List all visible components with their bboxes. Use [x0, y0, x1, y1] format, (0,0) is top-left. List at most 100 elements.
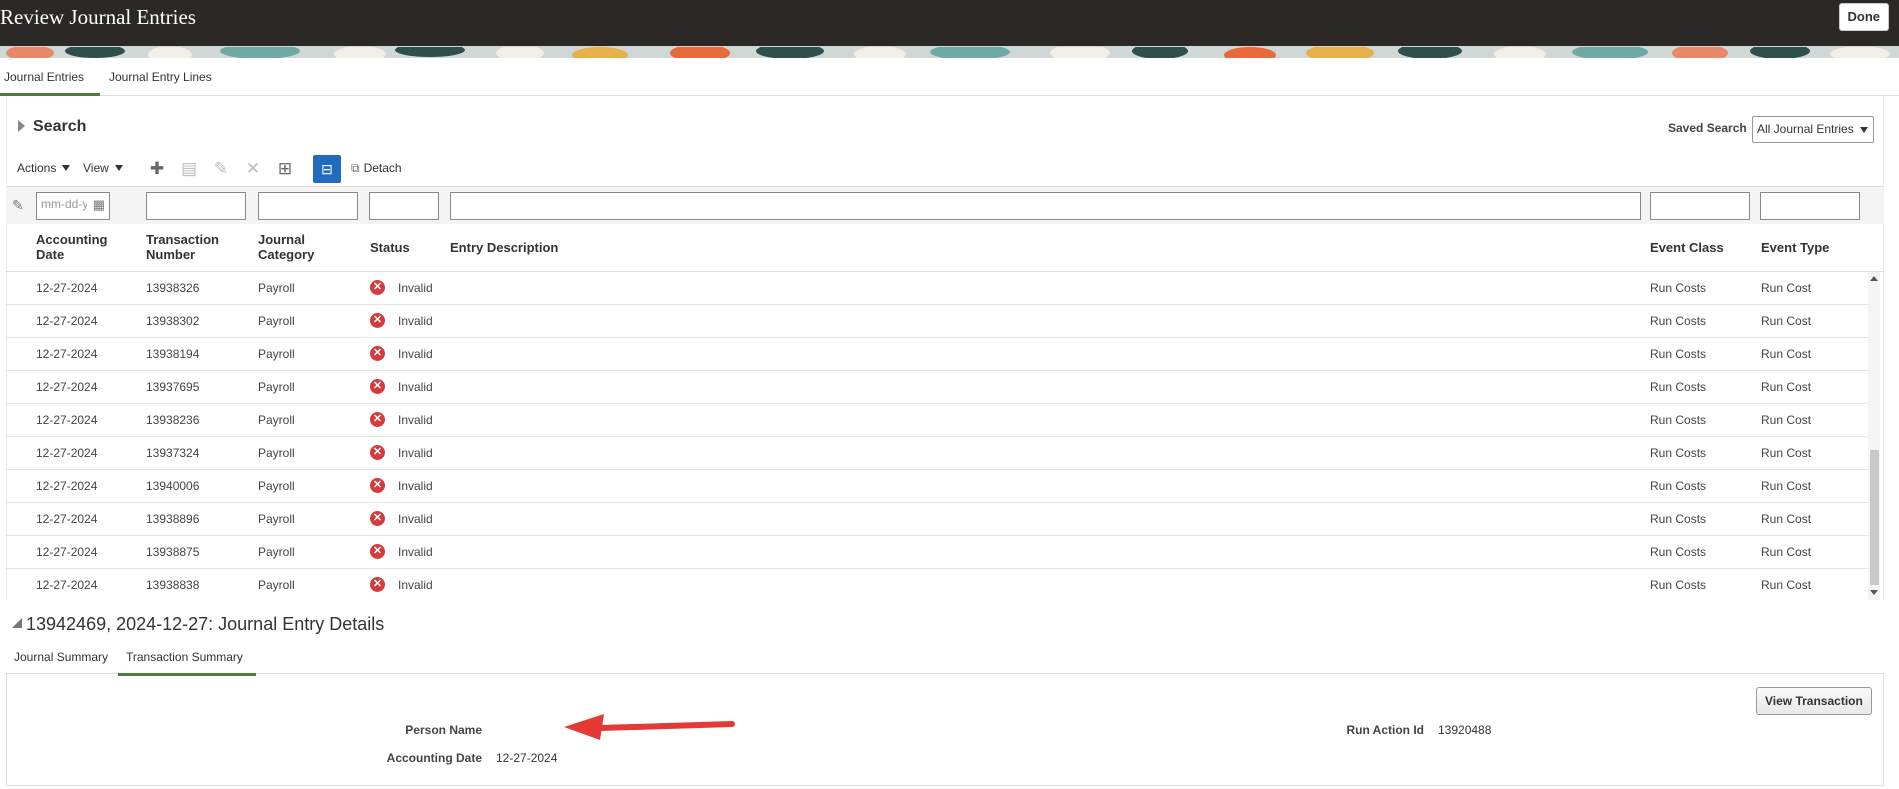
view-transaction-button[interactable]: View Transaction: [1756, 687, 1872, 715]
export-icon[interactable]: ⊞: [275, 159, 295, 179]
event-type-cell: Run Cost: [1761, 578, 1812, 592]
scroll-up-icon[interactable]: [1870, 276, 1878, 281]
status-cell: Invalid: [398, 512, 433, 526]
red-arrow-icon: [564, 714, 735, 740]
details-section-header[interactable]: 13942469, 2024-12-27: Journal Entry Deta…: [12, 614, 384, 635]
table-row[interactable]: ✕ 12-27-2024 13938838 Payroll Invalid Run Cos…: [6, 569, 1868, 600]
done-button[interactable]: Done: [1838, 3, 1889, 31]
table-row[interactable]: ✕ 12-27-2024 13938875 Payroll Invalid Run Cos…: [6, 536, 1868, 569]
status-filter[interactable]: [369, 192, 439, 220]
accounting-date-cell: 12-27-2024: [36, 347, 98, 361]
journal-category-filter[interactable]: [258, 192, 358, 220]
filter-row: ✎ mm-dd-yyyy ▦: [6, 186, 1884, 224]
table-row[interactable]: ✕ 12-27-2024 13937695 Payroll Invalid Run Cos…: [6, 371, 1868, 404]
tab-journal-summary[interactable]: Journal Summary: [14, 646, 114, 676]
col-accounting-date[interactable]: Accounting Date: [36, 232, 126, 262]
event-class-cell: Run Costs: [1650, 380, 1707, 394]
status-cell: Invalid: [398, 479, 433, 493]
accounting-date-cell: 12-27-2024: [36, 380, 98, 394]
table-row[interactable]: ✕ 12-27-2024 13938326 Payroll Invalid Run Cos…: [6, 272, 1868, 305]
transaction-number-cell: 13938896: [146, 512, 200, 526]
transaction-number-cell: 13938326: [146, 281, 200, 295]
accounting-date-label: Accounting Date: [386, 751, 482, 765]
col-status[interactable]: Status: [370, 240, 410, 255]
accounting-date-cell: 12-27-2024: [36, 512, 98, 526]
col-event-type[interactable]: Event Type: [1761, 240, 1829, 255]
tab-transaction-summary[interactable]: Transaction Summary: [118, 646, 256, 676]
event-class-cell: Run Costs: [1650, 512, 1707, 526]
event-type-cell: Run Cost: [1761, 446, 1812, 460]
transaction-number-cell: 13937324: [146, 446, 200, 460]
table-scrollbar[interactable]: [1868, 272, 1880, 600]
view-label: View: [83, 161, 109, 175]
person-name-label: Person Name: [405, 723, 482, 737]
details-title: 13942469, 2024-12-27: Journal Entry Deta…: [26, 614, 385, 634]
accounting-date-cell: 12-27-2024: [36, 545, 98, 559]
entry-description-filter[interactable]: [450, 192, 1641, 220]
event-type-filter[interactable]: [1760, 192, 1860, 220]
search-title: Search: [33, 118, 87, 135]
col-journal-category[interactable]: Journal Category: [258, 232, 348, 262]
table-row[interactable]: ✕ 12-27-2024 13938236 Payroll Invalid Run Cos…: [6, 404, 1868, 437]
table-row[interactable]: ✕ 12-27-2024 13937324 Payroll Invalid Run Cos…: [6, 437, 1868, 470]
saved-search-value: All Journal Entries: [1757, 122, 1854, 136]
event-type-cell: Run Cost: [1761, 479, 1812, 493]
error-status-icon: ✕: [370, 313, 385, 328]
transaction-number-cell: 13938302: [146, 314, 200, 328]
chevron-down-icon: [1860, 127, 1868, 133]
actions-menu[interactable]: Actions: [17, 161, 71, 175]
table-row[interactable]: ✕ 12-27-2024 13938896 Payroll Invalid Run Cos…: [6, 503, 1868, 536]
event-type-cell: Run Cost: [1761, 512, 1812, 526]
accounting-date-cell: 12-27-2024: [36, 314, 98, 328]
duplicate-icon[interactable]: ▤: [179, 159, 199, 179]
saved-search-select[interactable]: All Journal Entries: [1752, 116, 1874, 143]
plus-icon[interactable]: ✚: [147, 159, 167, 179]
event-type-cell: Run Cost: [1761, 380, 1812, 394]
event-type-cell: Run Cost: [1761, 281, 1812, 295]
run-action-id-value: 13920488: [1438, 723, 1492, 737]
scroll-down-icon[interactable]: [1870, 590, 1878, 595]
transaction-summary-panel: [6, 674, 1884, 786]
view-menu[interactable]: View: [83, 161, 123, 175]
error-status-icon: ✕: [370, 346, 385, 361]
col-transaction-number[interactable]: Transaction Number: [146, 232, 236, 262]
tab-journal-entries[interactable]: Journal Entries: [0, 66, 100, 96]
accounting-date-value: 12-27-2024: [496, 751, 558, 765]
event-class-cell: Run Costs: [1650, 446, 1707, 460]
search-section-header[interactable]: Search: [18, 118, 86, 136]
table-row[interactable]: ✕ 12-27-2024 13938302 Payroll Invalid Run Cos…: [6, 305, 1868, 338]
event-type-cell: Run Cost: [1761, 347, 1812, 361]
transaction-number-cell: 13940006: [146, 479, 200, 493]
table-row[interactable]: ✕ 12-27-2024 13940006 Payroll Invalid Run Cos…: [6, 470, 1868, 503]
event-class-filter[interactable]: [1650, 192, 1750, 220]
table-row[interactable]: ✕ 12-27-2024 13938194 Payroll Invalid Run Cos…: [6, 338, 1868, 371]
run-action-id-label: Run Action Id: [1346, 723, 1424, 737]
detach-button[interactable]: ⧉ Detach: [351, 161, 402, 176]
app-header: Review Journal Entries Done: [0, 0, 1899, 46]
filter-edit-icon[interactable]: ✎: [12, 197, 24, 214]
status-cell: Invalid: [398, 314, 433, 328]
status-cell: Invalid: [398, 281, 433, 295]
journal-entries-table: ✕ 12-27-2024 13938326 Payroll Invalid Run Cos…: [6, 272, 1868, 600]
expand-triangle-icon[interactable]: [18, 120, 25, 132]
tab-journal-entry-lines[interactable]: Journal Entry Lines: [109, 66, 229, 96]
event-type-cell: Run Cost: [1761, 314, 1812, 328]
col-entry-description[interactable]: Entry Description: [450, 240, 558, 255]
status-cell: Invalid: [398, 380, 433, 394]
error-status-icon: ✕: [370, 511, 385, 526]
accounting-date-cell: 12-27-2024: [36, 413, 98, 427]
delete-icon[interactable]: ✕: [243, 159, 263, 179]
collapse-triangle-icon[interactable]: [12, 618, 22, 628]
edit-icon[interactable]: ✎: [211, 159, 231, 179]
calendar-icon[interactable]: ▦: [93, 197, 105, 213]
journal-category-cell: Payroll: [258, 578, 295, 592]
col-event-class[interactable]: Event Class: [1650, 240, 1724, 255]
scrollbar-thumb[interactable]: [1870, 450, 1879, 585]
transaction-number-filter[interactable]: [146, 192, 246, 220]
accounting-date-cell: 12-27-2024: [36, 281, 98, 295]
main-tabs: Journal Entries Journal Entry Lines: [0, 66, 1899, 96]
freeze-icon[interactable]: ⊟: [313, 155, 341, 183]
detach-label: Detach: [363, 161, 402, 175]
accounting-date-filter[interactable]: mm-dd-yyyy ▦: [36, 192, 110, 220]
saved-search-label: Saved Search: [1668, 121, 1747, 135]
